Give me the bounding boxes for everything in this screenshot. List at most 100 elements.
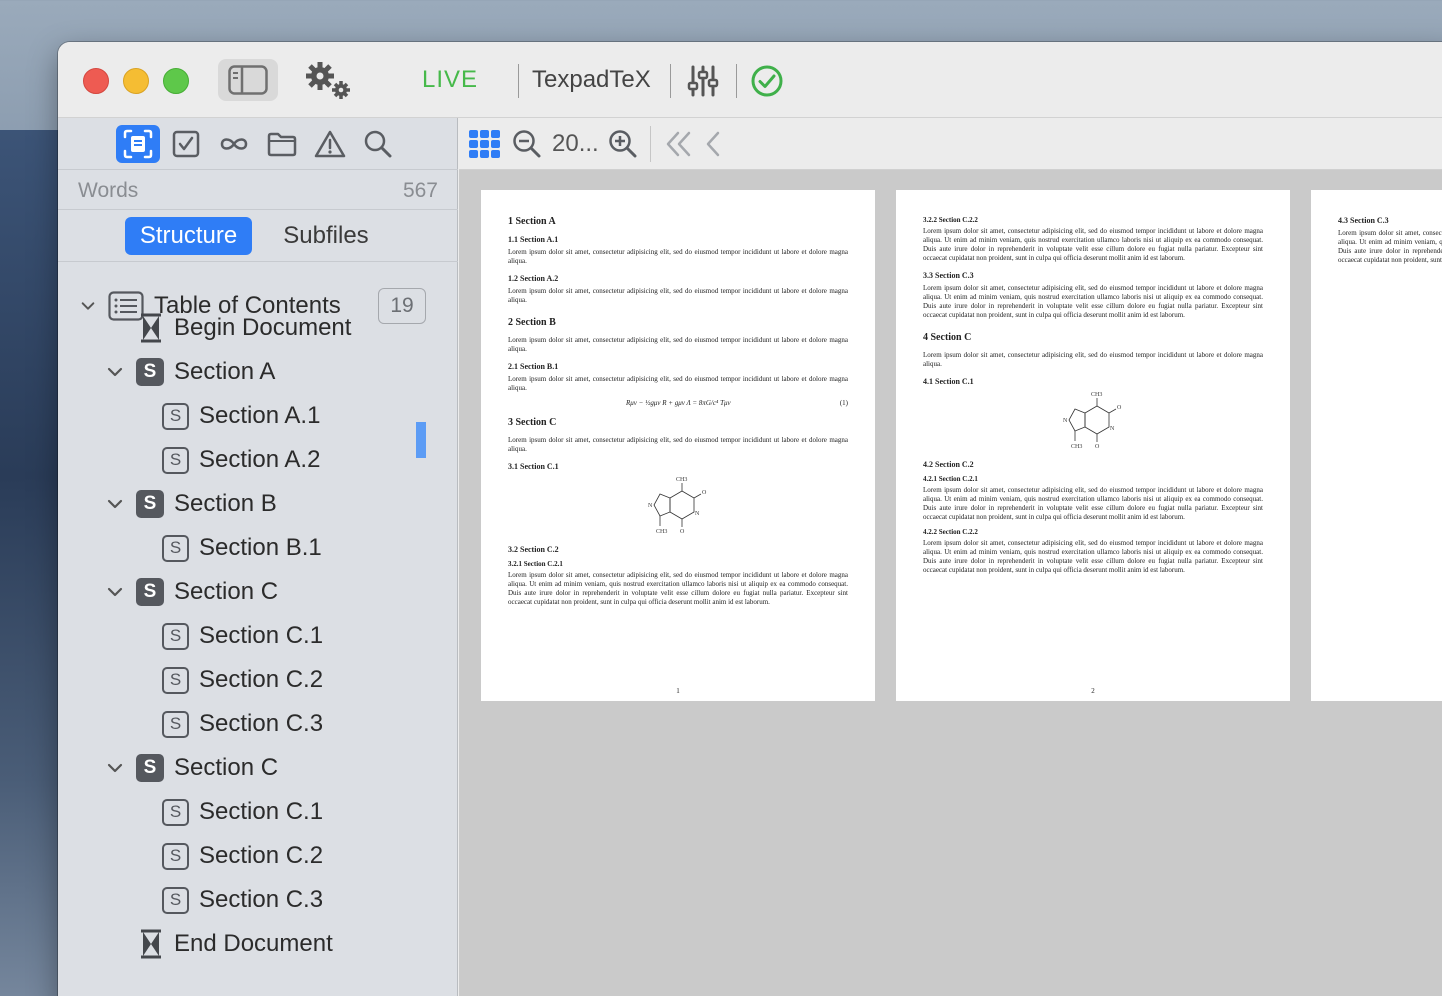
minimize-window-button[interactable] (123, 68, 149, 94)
chevron-down-icon[interactable] (80, 298, 96, 314)
pdf-page-3[interactable]: 4.3 Section C.3 Lorem ipsum dolor sit am… (1311, 190, 1442, 701)
outline-item-label: Section A.2 (199, 446, 321, 473)
outline-item-label: Section C.3 (199, 710, 324, 737)
outline-item-section-c1[interactable]: S Section C.1 (162, 790, 323, 834)
outline-item-end-document[interactable]: End Document (138, 922, 333, 966)
chevron-down-icon[interactable] (106, 363, 124, 381)
mol-label: CH3 (676, 477, 687, 483)
outline-item-section-c2[interactable]: S Section C.2 (162, 658, 323, 702)
paragraph: Lorem ipsum dolor sit amet, consectetur … (923, 351, 1263, 368)
outline-item-section-b1[interactable]: S Section B.1 (162, 526, 322, 570)
search-tab[interactable] (356, 125, 400, 163)
outline-item-label: Section A.1 (199, 402, 321, 429)
app-window: LIVE TexpadTeX Words 567 Structure Subfi… (58, 42, 1442, 996)
thumbnail-grid-button[interactable] (467, 126, 503, 162)
close-window-button[interactable] (83, 68, 109, 94)
heading: 4.2.2 Section C.2.2 (923, 528, 978, 536)
paragraph: Lorem ipsum dolor sit amet, consectetur … (508, 336, 848, 353)
outline-item-section-a[interactable]: S Section A (106, 350, 275, 394)
toolbar-divider (650, 126, 651, 162)
typesetter-selector[interactable]: TexpadTeX (532, 66, 651, 94)
references-tab[interactable] (212, 125, 256, 163)
paragraph: Lorem ipsum dolor sit amet, consectetur … (923, 486, 1263, 521)
outline-item-label: Section C.1 (199, 798, 324, 825)
mol-label: O (1095, 444, 1100, 450)
outline-item-begin-document[interactable]: Begin Document (138, 306, 351, 350)
outline-item-section-c3[interactable]: S Section C.3 (162, 878, 323, 922)
sidebar-icon (228, 65, 268, 95)
paragraph: Lorem ipsum dolor sit amet, consectetur … (508, 436, 848, 453)
mol-label: CH3 (1091, 392, 1102, 398)
equation: Rμν − ½gμν R + gμν Λ = 8πG/c⁴ Tμν (1) (508, 399, 848, 407)
outline-item-section-c[interactable]: S Section C (106, 570, 278, 614)
issues-tab[interactable] (308, 125, 352, 163)
mol-label: N (1110, 426, 1115, 432)
mol-label: O (1117, 405, 1122, 411)
subsection-icon: S (162, 886, 189, 914)
hourglass-icon (141, 929, 161, 959)
paragraph: Lorem ipsum dolor sit amet, consectetur … (923, 284, 1263, 319)
options-button[interactable] (686, 64, 720, 98)
outline-item-section-a2[interactable]: S Section A.2 (162, 438, 320, 482)
mol-label: N (695, 511, 700, 517)
sidebar-toolbar (58, 118, 458, 170)
outline-item-label: Section C.3 (199, 886, 324, 913)
zoom-in-button[interactable] (607, 126, 639, 162)
typeset-settings-button[interactable] (302, 60, 354, 102)
heading: 3.2.2 Section C.2.2 (923, 216, 978, 224)
outline-item-label: Section B (174, 490, 277, 517)
previous-page-button[interactable] (701, 126, 725, 162)
pdf-page-2[interactable]: 3.2.2 Section C.2.2 Lorem ipsum dolor si… (896, 190, 1290, 701)
hourglass-icon (141, 313, 161, 343)
outline-item-section-c[interactable]: S Section C (106, 746, 278, 790)
outline-item-label: Section C.2 (199, 842, 324, 869)
chevron-down-icon[interactable] (106, 759, 124, 777)
pdf-page-1[interactable]: 1 Section A 1.1 Section A.1 Lorem ipsum … (481, 190, 875, 701)
mol-label: N (648, 503, 653, 509)
files-tab[interactable] (260, 125, 304, 163)
structure-segment[interactable]: Structure (125, 217, 252, 255)
outline-tab[interactable] (116, 125, 160, 163)
chevron-down-icon[interactable] (106, 583, 124, 601)
subsection-icon: S (162, 842, 189, 870)
grid-icon (469, 130, 500, 158)
word-count-label: Words (78, 179, 139, 202)
zoom-in-icon (609, 130, 637, 158)
heading: 3.3 Section C.3 (923, 271, 974, 280)
zoom-out-button[interactable] (511, 126, 543, 162)
mol-label: CH3 (656, 529, 667, 535)
mol-label: O (680, 529, 685, 535)
zoom-level[interactable]: 20... (552, 130, 599, 158)
toc-count-badge: 19 (378, 288, 426, 324)
subfiles-segment[interactable]: Subfiles (270, 217, 382, 255)
first-page-button[interactable] (663, 126, 695, 162)
gears-icon (306, 62, 350, 99)
heading: 2 Section B (508, 317, 556, 328)
heading: 1.1 Section A.1 (508, 235, 559, 244)
live-mode-toggle[interactable]: LIVE (422, 66, 478, 94)
todo-tab[interactable] (164, 125, 208, 163)
outline-item-section-a1[interactable]: S Section A.1 (162, 394, 320, 438)
paragraph: Lorem ipsum dolor sit amet, consectetur … (1338, 229, 1442, 264)
sliders-icon (687, 65, 719, 97)
heading: 1.2 Section A.2 (508, 274, 559, 283)
outline-item-section-c3[interactable]: S Section C.3 (162, 702, 323, 746)
heading: 4 Section C (923, 332, 972, 343)
heading: 4.1 Section C.1 (923, 377, 974, 386)
sidebar: Words 567 Structure Subfiles Table of Co… (58, 118, 458, 996)
success-check-icon (751, 65, 783, 97)
mol-label: CH3 (1071, 444, 1082, 450)
subsection-icon: S (162, 710, 189, 738)
maximize-window-button[interactable] (163, 68, 189, 94)
heading: 4.3 Section C.3 (1338, 216, 1389, 225)
outline-item-section-c2[interactable]: S Section C.2 (162, 834, 323, 878)
toggle-sidebar-button[interactable] (218, 59, 278, 101)
subsection-icon: S (162, 798, 189, 826)
outline-segmented-control: Structure Subfiles (58, 210, 458, 262)
page-number: 1 (676, 687, 680, 695)
chevron-down-icon[interactable] (106, 495, 124, 513)
outline-item-section-c1[interactable]: S Section C.1 (162, 614, 323, 658)
typeset-status-indicator[interactable] (750, 64, 784, 98)
outline-item-section-b[interactable]: S Section B (106, 482, 277, 526)
heading: 1 Section A (508, 216, 556, 227)
